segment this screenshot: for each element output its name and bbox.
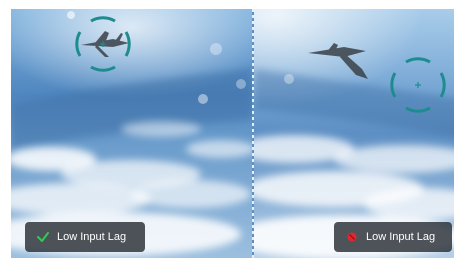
comparison-frame: Low Input Lag Low Input Lag — [11, 9, 454, 258]
status-badge-label: Low Input Lag — [57, 231, 127, 243]
fighter-jet-right — [308, 43, 368, 79]
status-badge-left: Low Input Lag — [25, 222, 145, 252]
left-panel-scene: Low Input Lag — [11, 9, 252, 258]
target-reticle-left — [75, 16, 131, 72]
status-badge-right: Low Input Lag — [334, 222, 452, 252]
status-badge-label: Low Input Lag — [366, 231, 436, 243]
no-icon — [347, 232, 357, 242]
check-icon — [37, 232, 49, 242]
right-panel-scene — [254, 9, 454, 258]
target-reticle-right — [390, 57, 446, 113]
